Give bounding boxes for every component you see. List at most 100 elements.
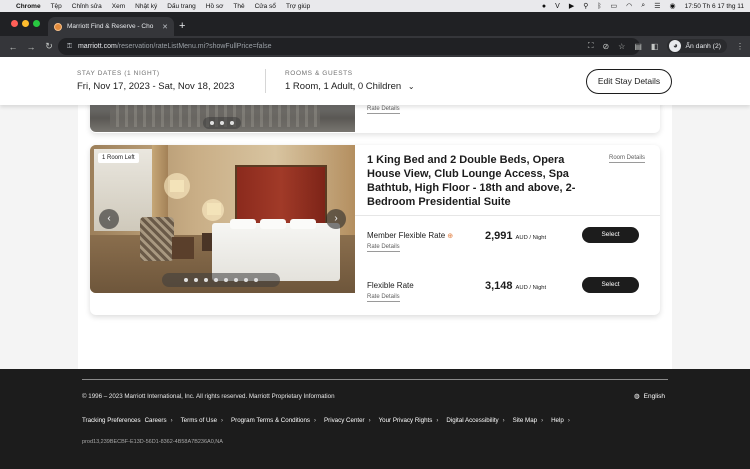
play-icon[interactable]: ▶	[569, 2, 574, 10]
footer-link-site-map[interactable]: Site Map	[513, 417, 537, 424]
window-minimize-button[interactable]	[22, 20, 29, 27]
rate-details-link[interactable]: Rate Details	[367, 294, 400, 302]
header-divider	[265, 69, 266, 93]
footer-link-digital-accessibility[interactable]: Digital Accessibility	[446, 417, 498, 424]
rate-details-link[interactable]: Rate Details	[367, 244, 400, 252]
address-bar[interactable]: ⚿ marriott.com /reservation/rateListMenu…	[58, 38, 640, 55]
menu-window[interactable]: Cửa sổ	[255, 3, 276, 10]
bluetooth-icon[interactable]: ᛒ	[597, 3, 601, 10]
window-zoom-button[interactable]	[33, 20, 40, 27]
carousel-dot[interactable]	[254, 278, 258, 282]
footer-link-program-terms[interactable]: Program Terms & Conditions	[231, 417, 310, 424]
photo-lamp	[170, 180, 184, 192]
menu-app-name[interactable]: Chrome	[16, 3, 41, 10]
room-details-link[interactable]: Room Details	[609, 155, 646, 163]
window-close-button[interactable]	[11, 20, 18, 27]
browser-tab-marriott[interactable]: Marriott Find & Reserve - Cho ✕	[48, 17, 174, 36]
carousel-dot[interactable]	[230, 121, 234, 125]
chevron-right-icon: ›	[436, 417, 439, 424]
chevron-right-icon: ›	[314, 417, 317, 424]
menu-view[interactable]: Xem	[112, 3, 125, 10]
reload-icon[interactable]: ↻	[42, 41, 56, 52]
web-page: STAY DATES (1 NIGHT) Fri, Nov 17, 2023 -…	[0, 57, 750, 469]
footer-link-terms[interactable]: Terms of Use	[181, 417, 217, 424]
vpn-v-icon[interactable]: V	[555, 3, 560, 10]
control-center-icon[interactable]: ☰	[654, 2, 660, 10]
language-selector[interactable]: ◍ English	[634, 392, 665, 401]
price-amount: 2,991	[485, 230, 513, 242]
menubar-clock[interactable]: 17:50 Th 6 17 thg 11	[685, 3, 744, 10]
room-photo[interactable]: 1 Room Left ‹ ›	[90, 145, 355, 293]
footer-link-careers[interactable]: Careers	[145, 417, 167, 424]
footer-prod-id: prod13,239BECBF-E13D-56D1-8362-4B58A7B23…	[82, 439, 223, 445]
chevron-right-icon: ›	[502, 417, 505, 424]
url-path: /reservation/rateListMenu.mi?showFullPri…	[116, 43, 272, 50]
carousel-dot[interactable]	[210, 121, 214, 125]
carousel-next-arrow-icon[interactable]: ›	[326, 209, 346, 229]
forward-arrow-icon[interactable]: →	[24, 42, 38, 52]
menu-help[interactable]: Trợ giúp	[286, 3, 310, 10]
language-label: English	[643, 392, 665, 400]
edit-stay-details-button[interactable]: Edit Stay Details	[586, 69, 672, 94]
skype-icon[interactable]: ●	[542, 3, 546, 10]
carousel-dot[interactable]	[220, 121, 224, 125]
carousel-dot[interactable]	[204, 278, 208, 282]
bookmark-star-icon[interactable]: ☆	[618, 42, 625, 51]
battery-icon[interactable]: ▭	[611, 2, 618, 10]
carousel-prev-arrow-icon[interactable]: ‹	[99, 209, 119, 229]
macos-menu-bar: Chrome Tệp Chỉnh sửa Xem Nhật ký Dấu tra…	[0, 0, 750, 12]
browser-menu-icon[interactable]: ⋮	[736, 42, 744, 51]
spotlight-search-icon[interactable]: ⌕	[641, 2, 645, 10]
rooms-guests-value: 1 Room, 1 Adult, 0 Children	[285, 81, 402, 92]
incognito-profile-button[interactable]: ◕ Ẩn danh (2)	[667, 39, 727, 53]
chevron-right-icon: ›	[368, 417, 371, 424]
browser-tab-strip: Marriott Find & Reserve - Cho ✕ +	[0, 12, 750, 36]
chevron-right-icon: ›	[170, 417, 173, 424]
menu-bookmarks[interactable]: Dấu trang	[167, 3, 196, 10]
rate-row-flexible: Flexible Rate Rate Details 3,148 AUD / Ni…	[355, 277, 660, 321]
select-rate-button[interactable]: Select	[582, 277, 639, 293]
photo-lamp	[207, 203, 221, 215]
carousel-dot[interactable]	[244, 278, 248, 282]
footer-link-tracking-preferences[interactable]: Tracking Preferences	[82, 417, 141, 424]
menu-profiles[interactable]: Hồ sơ	[206, 3, 224, 10]
menu-file[interactable]: Tệp	[51, 3, 62, 10]
rate-name: Member Flexible Rate ⊕	[367, 231, 453, 240]
select-rate-button[interactable]: Select	[582, 227, 639, 243]
menu-history[interactable]: Nhật ký	[135, 3, 157, 10]
carousel-dot[interactable]	[214, 278, 218, 282]
photo-pillow	[260, 219, 286, 229]
tab-title: Marriott Find & Reserve - Cho	[67, 23, 154, 30]
rooms-guests-dropdown[interactable]: 1 Room, 1 Adult, 0 Children ⌄	[285, 81, 415, 92]
siri-icon[interactable]: ◉	[669, 2, 675, 10]
footer-link-help[interactable]: Help	[551, 417, 564, 424]
footer-link-privacy-center[interactable]: Privacy Center	[324, 417, 365, 424]
footer-link-privacy-rights[interactable]: Your Privacy Rights	[379, 417, 433, 424]
tab-close-icon[interactable]: ✕	[162, 23, 168, 31]
menu-edit[interactable]: Chỉnh sửa	[72, 3, 102, 10]
rate-row-member-flexible: Member Flexible Rate ⊕ Rate Details 2,991…	[355, 227, 660, 271]
back-arrow-icon[interactable]: ←	[6, 42, 20, 52]
stay-dates-value[interactable]: Fri, Nov 17, 2023 - Sat, Nov 18, 2023	[77, 81, 234, 92]
new-tab-plus-icon[interactable]: +	[179, 20, 185, 32]
rate-details-link-previous[interactable]: Rate Details	[367, 106, 400, 114]
rate-price: 3,148 AUD / Night	[485, 280, 546, 292]
eye-slash-icon[interactable]: ⊘	[602, 42, 609, 51]
carousel-dot[interactable]	[184, 278, 188, 282]
tab-search-icon[interactable]: ▤	[634, 42, 642, 51]
site-info-icon[interactable]: ⚿	[67, 43, 72, 51]
vpn-key-icon[interactable]: ⚲	[583, 2, 588, 10]
carousel-dot[interactable]	[194, 278, 198, 282]
footer-links: Tracking Preferences Careers › Terms of …	[82, 417, 578, 424]
wifi-icon[interactable]: ◠	[626, 2, 632, 10]
rate-price: 2,991 AUD / Night	[485, 230, 546, 242]
translate-icon[interactable]: ⛶	[588, 41, 594, 51]
carousel-dots	[162, 273, 280, 287]
chevron-down-icon: ⌄	[407, 82, 415, 91]
carousel-dot[interactable]	[234, 278, 238, 282]
member-tag-icon: ⊕	[447, 233, 454, 240]
menu-tab[interactable]: Thẻ	[233, 3, 244, 10]
globe-icon: ◍	[634, 393, 640, 400]
side-panel-icon[interactable]: ◧	[651, 42, 659, 51]
carousel-dot[interactable]	[224, 278, 228, 282]
